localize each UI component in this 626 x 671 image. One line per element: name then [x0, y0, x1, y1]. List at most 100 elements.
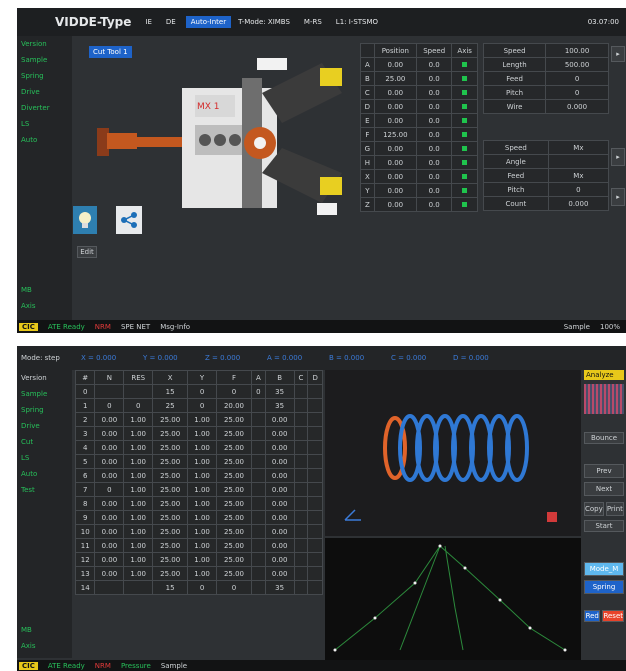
table-row[interactable]: 9 0.00 1.00 25.00 1.00 25.00 0.00 — [74, 510, 323, 525]
table-cell[interactable]: 0.00 — [94, 524, 125, 539]
table-cell[interactable]: 25.00 — [152, 496, 189, 511]
table-cell[interactable] — [307, 510, 323, 525]
table-cell[interactable] — [307, 440, 323, 455]
table-cell[interactable]: 1.00 — [187, 524, 217, 539]
table-row[interactable]: C 0.00 0.0 — [360, 85, 478, 100]
prev-button[interactable]: Prev — [584, 464, 624, 478]
table-cell[interactable]: 0.00 — [264, 412, 295, 427]
table-cell[interactable] — [293, 482, 309, 497]
table-cell[interactable]: 1 — [74, 398, 96, 413]
table-cell[interactable] — [293, 384, 309, 399]
sidebar-item-mb[interactable]: MB — [17, 282, 72, 298]
table-cell[interactable] — [251, 440, 266, 455]
header-ie[interactable]: IE — [138, 18, 159, 26]
table-cell[interactable]: 10 — [74, 524, 96, 539]
param-row[interactable]: Count 0.000 — [483, 196, 610, 211]
table-cell[interactable]: 25.00 — [215, 454, 253, 469]
table-cell[interactable]: 6 — [74, 468, 96, 483]
table-row[interactable]: 6 0.00 1.00 25.00 1.00 25.00 0.00 — [74, 468, 323, 483]
table-cell[interactable]: 25.00 — [152, 538, 189, 553]
table-cell[interactable]: 0.00 — [94, 454, 125, 469]
table-cell[interactable]: 3 — [74, 426, 96, 441]
table-cell[interactable]: 1.00 — [187, 552, 217, 567]
table-cell[interactable]: 9 — [74, 510, 96, 525]
table-cell[interactable] — [251, 398, 266, 413]
param-row[interactable]: Pitch 0 — [482, 85, 609, 100]
table-cell[interactable]: 1.00 — [187, 454, 217, 469]
table-row[interactable]: A 0.00 0.0 — [360, 57, 478, 72]
table-cell[interactable]: 8 — [74, 496, 96, 511]
table-cell[interactable]: 0.00 — [264, 510, 295, 525]
table-row[interactable]: E 0.00 0.0 — [360, 113, 478, 128]
table-cell[interactable]: 1.00 — [187, 468, 217, 483]
table-cell[interactable]: 1.00 — [123, 412, 154, 427]
table-cell[interactable] — [307, 524, 323, 539]
param-row[interactable]: Feed 0 — [482, 71, 609, 86]
table-cell[interactable] — [293, 426, 309, 441]
lightbulb-icon[interactable] — [73, 206, 97, 234]
table-row[interactable]: Z 0.00 0.0 — [360, 197, 478, 212]
sidebar-item-auto[interactable]: Auto — [17, 132, 72, 148]
table-row[interactable]: 7 0 1.00 25.00 1.00 25.00 0.00 — [74, 482, 323, 497]
table-cell[interactable] — [307, 538, 323, 553]
table-cell[interactable]: 0.00 — [264, 454, 295, 469]
table-cell[interactable]: 1.00 — [187, 510, 217, 525]
table-cell[interactable]: 0.00 — [94, 468, 125, 483]
sidebar-item-auto[interactable]: Auto — [17, 466, 72, 482]
table-cell[interactable]: 0.00 — [94, 496, 125, 511]
print-button[interactable]: Print — [605, 502, 624, 516]
table-cell[interactable]: 25.00 — [152, 454, 189, 469]
bounce-button[interactable]: Bounce — [584, 432, 624, 444]
param-row[interactable]: Speed Mx — [483, 140, 610, 155]
table-cell[interactable]: 15 — [152, 580, 189, 595]
table-cell[interactable]: 25.00 — [215, 524, 253, 539]
table-row[interactable]: Y 0.00 0.0 — [360, 183, 478, 198]
table-row[interactable]: 13 0.00 1.00 25.00 1.00 25.00 0.00 — [74, 566, 323, 581]
table-cell[interactable]: 2 — [74, 412, 96, 427]
table-cell[interactable] — [123, 384, 154, 399]
sidebar-item-drive[interactable]: Drive — [17, 418, 72, 434]
table-cell[interactable]: 25.00 — [152, 412, 189, 427]
side-button-3[interactable]: ▸ — [611, 188, 625, 206]
table-cell[interactable] — [251, 524, 266, 539]
sidebar-item-spring[interactable]: Spring — [17, 68, 72, 84]
table-row[interactable]: 12 0.00 1.00 25.00 1.00 25.00 0.00 — [74, 552, 323, 567]
table-cell[interactable]: 25.00 — [152, 524, 189, 539]
sidebar-item-version[interactable]: Version — [17, 36, 72, 52]
table-row[interactable]: 4 0.00 1.00 25.00 1.00 25.00 0.00 — [74, 440, 323, 455]
side-button-2[interactable]: ▸ — [611, 148, 625, 166]
table-cell[interactable]: 25.00 — [215, 412, 253, 427]
table-cell[interactable] — [293, 510, 309, 525]
table-cell[interactable] — [94, 384, 125, 399]
table-cell[interactable]: 25.00 — [215, 426, 253, 441]
sidebar-item-test[interactable]: Test — [17, 482, 72, 498]
table-cell[interactable] — [251, 538, 266, 553]
sidebar-item-diverter[interactable]: Diverter — [17, 100, 72, 116]
table-cell[interactable] — [293, 524, 309, 539]
table-cell[interactable] — [293, 566, 309, 581]
sidebar-item-ls[interactable]: LS — [17, 116, 72, 132]
sidebar-item-mb[interactable]: MB — [17, 622, 72, 638]
table-cell[interactable]: 0 — [123, 398, 154, 413]
sidebar-item-ls[interactable]: LS — [17, 450, 72, 466]
table-cell[interactable]: 12 — [74, 552, 96, 567]
table-cell[interactable]: 25 — [152, 398, 189, 413]
table-cell[interactable] — [307, 426, 323, 441]
table-cell[interactable]: 1.00 — [123, 510, 154, 525]
reset-button[interactable]: Reset — [602, 610, 624, 622]
table-cell[interactable]: 1.00 — [123, 566, 154, 581]
param-row[interactable]: Wire 0.000 — [482, 99, 609, 114]
table-cell[interactable]: 13 — [74, 566, 96, 581]
sidebar-item-sample[interactable]: Sample — [17, 386, 72, 402]
table-cell[interactable] — [307, 552, 323, 567]
table-row[interactable]: 8 0.00 1.00 25.00 1.00 25.00 0.00 — [74, 496, 323, 511]
table-cell[interactable]: 35 — [264, 398, 295, 413]
sidebar-item-axis[interactable]: Axis — [17, 298, 72, 314]
table-cell[interactable]: 0.00 — [264, 524, 295, 539]
table-cell[interactable]: 1.00 — [123, 482, 154, 497]
network-icon[interactable] — [116, 206, 142, 234]
table-cell[interactable]: 0.00 — [264, 496, 295, 511]
table-cell[interactable] — [293, 468, 309, 483]
table-cell[interactable] — [293, 538, 309, 553]
table-cell[interactable] — [307, 580, 323, 595]
